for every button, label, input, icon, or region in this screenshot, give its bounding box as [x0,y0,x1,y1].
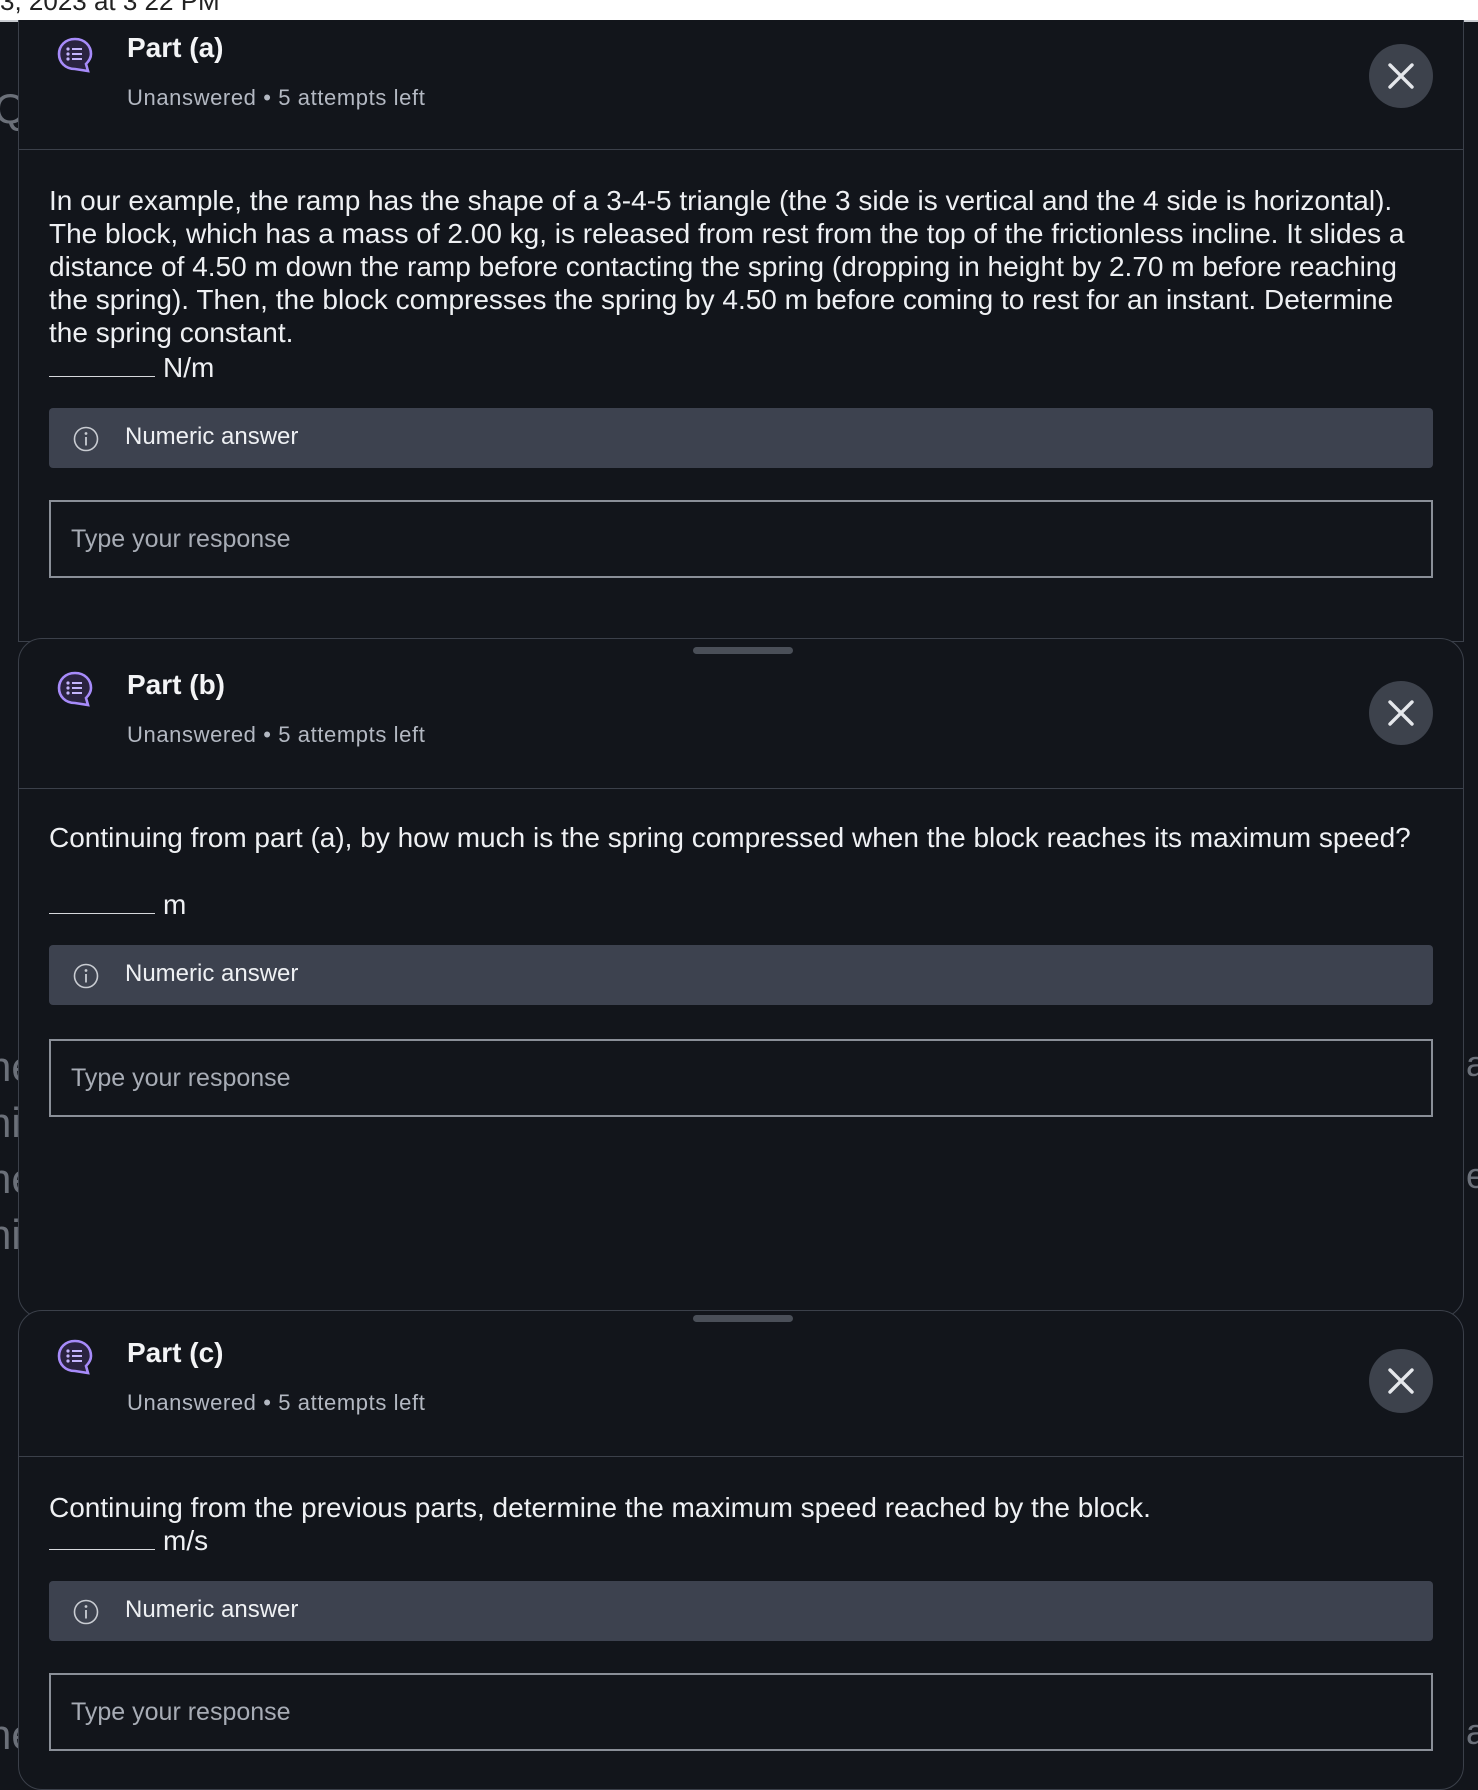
info-icon [73,963,99,989]
chat-list-icon [57,1339,93,1375]
attempt-status: Unanswered • 5 attempts left [127,1390,426,1415]
chat-list-icon [57,37,93,73]
answer-type-label: Numeric answer [125,423,299,450]
part-b-header: Part (b) Unanswered • 5 attempts left [19,639,1463,789]
answer-unit: m [163,889,187,920]
top-status-strip: 3, 2023 at 3 22 PM [0,0,1478,22]
attempt-status: Unanswered • 5 attempts left [127,85,426,110]
question-text: Continuing from part (a), by how much is… [49,822,1411,853]
answer-blank [49,913,155,914]
answer-unit-line: N/m [49,352,214,384]
background-text-fragment: a [1466,1043,1478,1084]
close-button[interactable] [1369,44,1433,108]
answer-type-banner: Numeric answer [49,408,1433,468]
answer-unit-line: m [49,889,186,921]
part-a-header: Part (a) Unanswered • 5 attempts left [19,20,1463,150]
part-c-header: Part (c) Unanswered • 5 attempts left [19,1311,1463,1457]
part-title: Part (a) [127,32,224,63]
answer-type-banner: Numeric answer [49,945,1433,1005]
close-icon [1388,1368,1414,1394]
part-title: Part (c) [127,1337,224,1368]
close-icon [1388,63,1414,89]
question-text: In our example, the ramp has the shape o… [49,185,1405,348]
part-a-sheet: Part (a) Unanswered • 5 attempts left In… [18,20,1464,642]
answer-unit: m/s [163,1525,209,1556]
answer-type-label: Numeric answer [125,1596,299,1623]
background-text-fragment: a [1466,1711,1478,1752]
response-input[interactable] [49,500,1433,578]
info-icon [73,426,99,452]
close-icon [1388,700,1414,726]
top-status-text: 3, 2023 at 3 22 PM [0,0,220,16]
info-icon [73,1599,99,1625]
answer-unit: N/m [163,352,215,383]
answer-blank [49,1549,155,1550]
close-button[interactable] [1369,681,1433,745]
part-c-sheet: Part (c) Unanswered • 5 attempts left Co… [18,1310,1464,1790]
response-input[interactable] [49,1039,1433,1117]
answer-type-banner: Numeric answer [49,1581,1433,1641]
attempt-status: Unanswered • 5 attempts left [127,722,426,747]
response-input[interactable] [49,1673,1433,1751]
question-text: Continuing from the previous parts, dete… [49,1492,1151,1523]
answer-blank [49,376,155,377]
part-b-sheet: Part (b) Unanswered • 5 attempts left Co… [18,638,1464,1318]
answer-type-label: Numeric answer [125,960,299,987]
answer-unit-line: m/s [49,1525,208,1557]
chat-list-icon [57,671,93,707]
part-title: Part (b) [127,669,225,700]
background-text-fragment: e [1466,1155,1478,1196]
close-button[interactable] [1369,1349,1433,1413]
